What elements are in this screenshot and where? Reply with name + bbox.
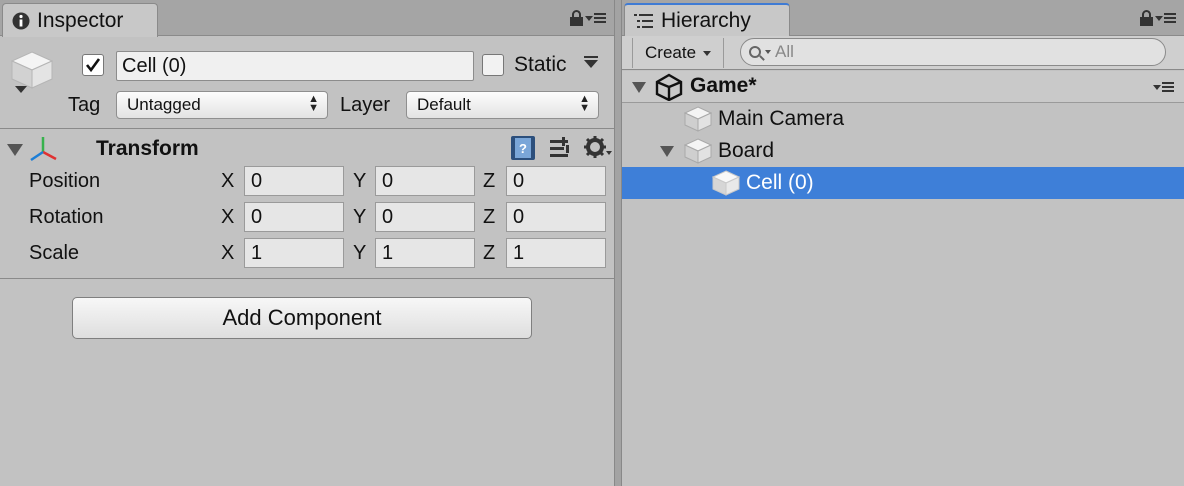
cube-icon bbox=[10, 51, 54, 89]
static-label: Static bbox=[514, 53, 567, 76]
hierarchy-item-main-camera[interactable]: Main Camera bbox=[622, 103, 1184, 135]
hierarchy-tab-controls bbox=[1140, 10, 1176, 26]
inspector-tab-controls bbox=[570, 10, 606, 26]
gear-icon[interactable] bbox=[583, 135, 613, 161]
unity-logo-icon bbox=[655, 73, 683, 101]
info-icon bbox=[12, 12, 30, 29]
scene-foldout-arrow-icon[interactable] bbox=[632, 82, 646, 93]
create-button-label: Create bbox=[645, 43, 697, 62]
cube-icon bbox=[712, 170, 740, 196]
scale-y-field[interactable]: 1 bbox=[375, 238, 475, 268]
axis-y-label: Y bbox=[353, 242, 367, 264]
cube-icon bbox=[684, 138, 712, 164]
static-dropdown-arrow-icon[interactable] bbox=[584, 56, 598, 68]
axis-z-label: Z bbox=[483, 242, 496, 264]
axis-z-label: Z bbox=[483, 206, 496, 228]
scale-label: Scale bbox=[29, 242, 80, 264]
menu-icon[interactable] bbox=[1155, 13, 1176, 23]
svg-text:?: ? bbox=[519, 141, 527, 156]
checkmark-icon bbox=[85, 58, 101, 73]
rotation-z-field[interactable]: 0 bbox=[506, 202, 606, 232]
transform-icon bbox=[30, 137, 57, 162]
create-button[interactable]: Create bbox=[632, 38, 725, 68]
tab-inspector-label: Inspector bbox=[37, 8, 124, 32]
tag-dropdown-value: Untagged bbox=[127, 95, 201, 114]
hierarchy-item-label: Main Camera bbox=[718, 107, 845, 130]
rotation-label: Rotation bbox=[29, 206, 104, 228]
hierarchy-item-cell-0[interactable]: Cell (0) bbox=[622, 167, 1184, 199]
position-label: Position bbox=[29, 170, 101, 192]
inspector-tabbar: Inspector bbox=[0, 0, 614, 37]
transform-foldout-arrow-icon[interactable] bbox=[7, 144, 23, 156]
board-foldout-arrow-icon[interactable] bbox=[660, 146, 674, 157]
hierarchy-toolbar: Create All bbox=[622, 36, 1184, 70]
help-icon[interactable]: ? bbox=[510, 135, 536, 161]
icon-dropdown-arrow-icon[interactable] bbox=[15, 86, 27, 93]
search-icon bbox=[749, 46, 761, 58]
tab-hierarchy-label: Hierarchy bbox=[661, 9, 751, 32]
axis-x-label: X bbox=[221, 170, 235, 192]
updown-arrows-icon: ▲ ▼ bbox=[579, 93, 590, 114]
search-placeholder: All bbox=[775, 42, 794, 61]
scale-z-field[interactable]: 1 bbox=[506, 238, 606, 268]
axis-z-label: Z bbox=[483, 170, 496, 192]
lock-icon[interactable] bbox=[1140, 10, 1153, 26]
rotation-y-field[interactable]: 0 bbox=[375, 202, 475, 232]
tag-label: Tag bbox=[68, 94, 101, 116]
tab-inspector[interactable]: Inspector bbox=[2, 3, 158, 37]
list-icon bbox=[634, 14, 653, 28]
chevron-down-icon bbox=[765, 50, 771, 54]
transform-title: Transform bbox=[96, 137, 199, 160]
layer-dropdown[interactable]: Default ▲ ▼ bbox=[406, 91, 599, 119]
position-x-field[interactable]: 0 bbox=[244, 166, 344, 196]
tab-hierarchy[interactable]: Hierarchy bbox=[624, 3, 790, 37]
layer-label: Layer bbox=[340, 94, 391, 116]
position-y-field[interactable]: 0 bbox=[375, 166, 475, 196]
hierarchy-tabbar: Hierarchy bbox=[622, 0, 1184, 37]
position-z-field[interactable]: 0 bbox=[506, 166, 606, 196]
layer-dropdown-value: Default bbox=[417, 95, 471, 114]
cube-icon bbox=[684, 106, 712, 132]
hierarchy-panel: Hierarchy Create All Game* Main Camera B… bbox=[622, 0, 1184, 486]
lock-icon[interactable] bbox=[570, 10, 583, 26]
axis-y-label: Y bbox=[353, 170, 367, 192]
preset-icon[interactable] bbox=[548, 136, 572, 160]
axis-y-label: Y bbox=[353, 206, 367, 228]
menu-icon[interactable] bbox=[585, 13, 606, 23]
active-checkbox[interactable] bbox=[82, 54, 104, 76]
axis-x-label: X bbox=[221, 206, 235, 228]
inspector-panel: Inspector Cell (0) Static Tag Untagged ▲… bbox=[0, 0, 614, 486]
tag-dropdown[interactable]: Untagged ▲ ▼ bbox=[116, 91, 328, 119]
object-name-field[interactable]: Cell (0) bbox=[116, 51, 474, 81]
static-checkbox[interactable] bbox=[482, 54, 504, 76]
axis-x-label: X bbox=[221, 242, 235, 264]
transform-divider bbox=[0, 278, 614, 279]
scene-row[interactable]: Game* bbox=[622, 71, 1184, 103]
header-divider bbox=[0, 128, 614, 129]
rotation-x-field[interactable]: 0 bbox=[244, 202, 344, 232]
menu-icon[interactable] bbox=[1153, 82, 1174, 92]
updown-arrows-icon: ▲ ▼ bbox=[308, 93, 319, 114]
search-input[interactable]: All bbox=[740, 38, 1166, 66]
panel-splitter[interactable] bbox=[614, 0, 622, 486]
hierarchy-item-label: Cell (0) bbox=[746, 171, 814, 194]
hierarchy-item-board[interactable]: Board bbox=[622, 135, 1184, 167]
scene-name: Game* bbox=[690, 74, 757, 97]
add-component-button[interactable]: Add Component bbox=[72, 297, 532, 339]
hierarchy-item-label: Board bbox=[718, 139, 775, 162]
chevron-down-icon bbox=[703, 50, 712, 56]
scale-x-field[interactable]: 1 bbox=[244, 238, 344, 268]
